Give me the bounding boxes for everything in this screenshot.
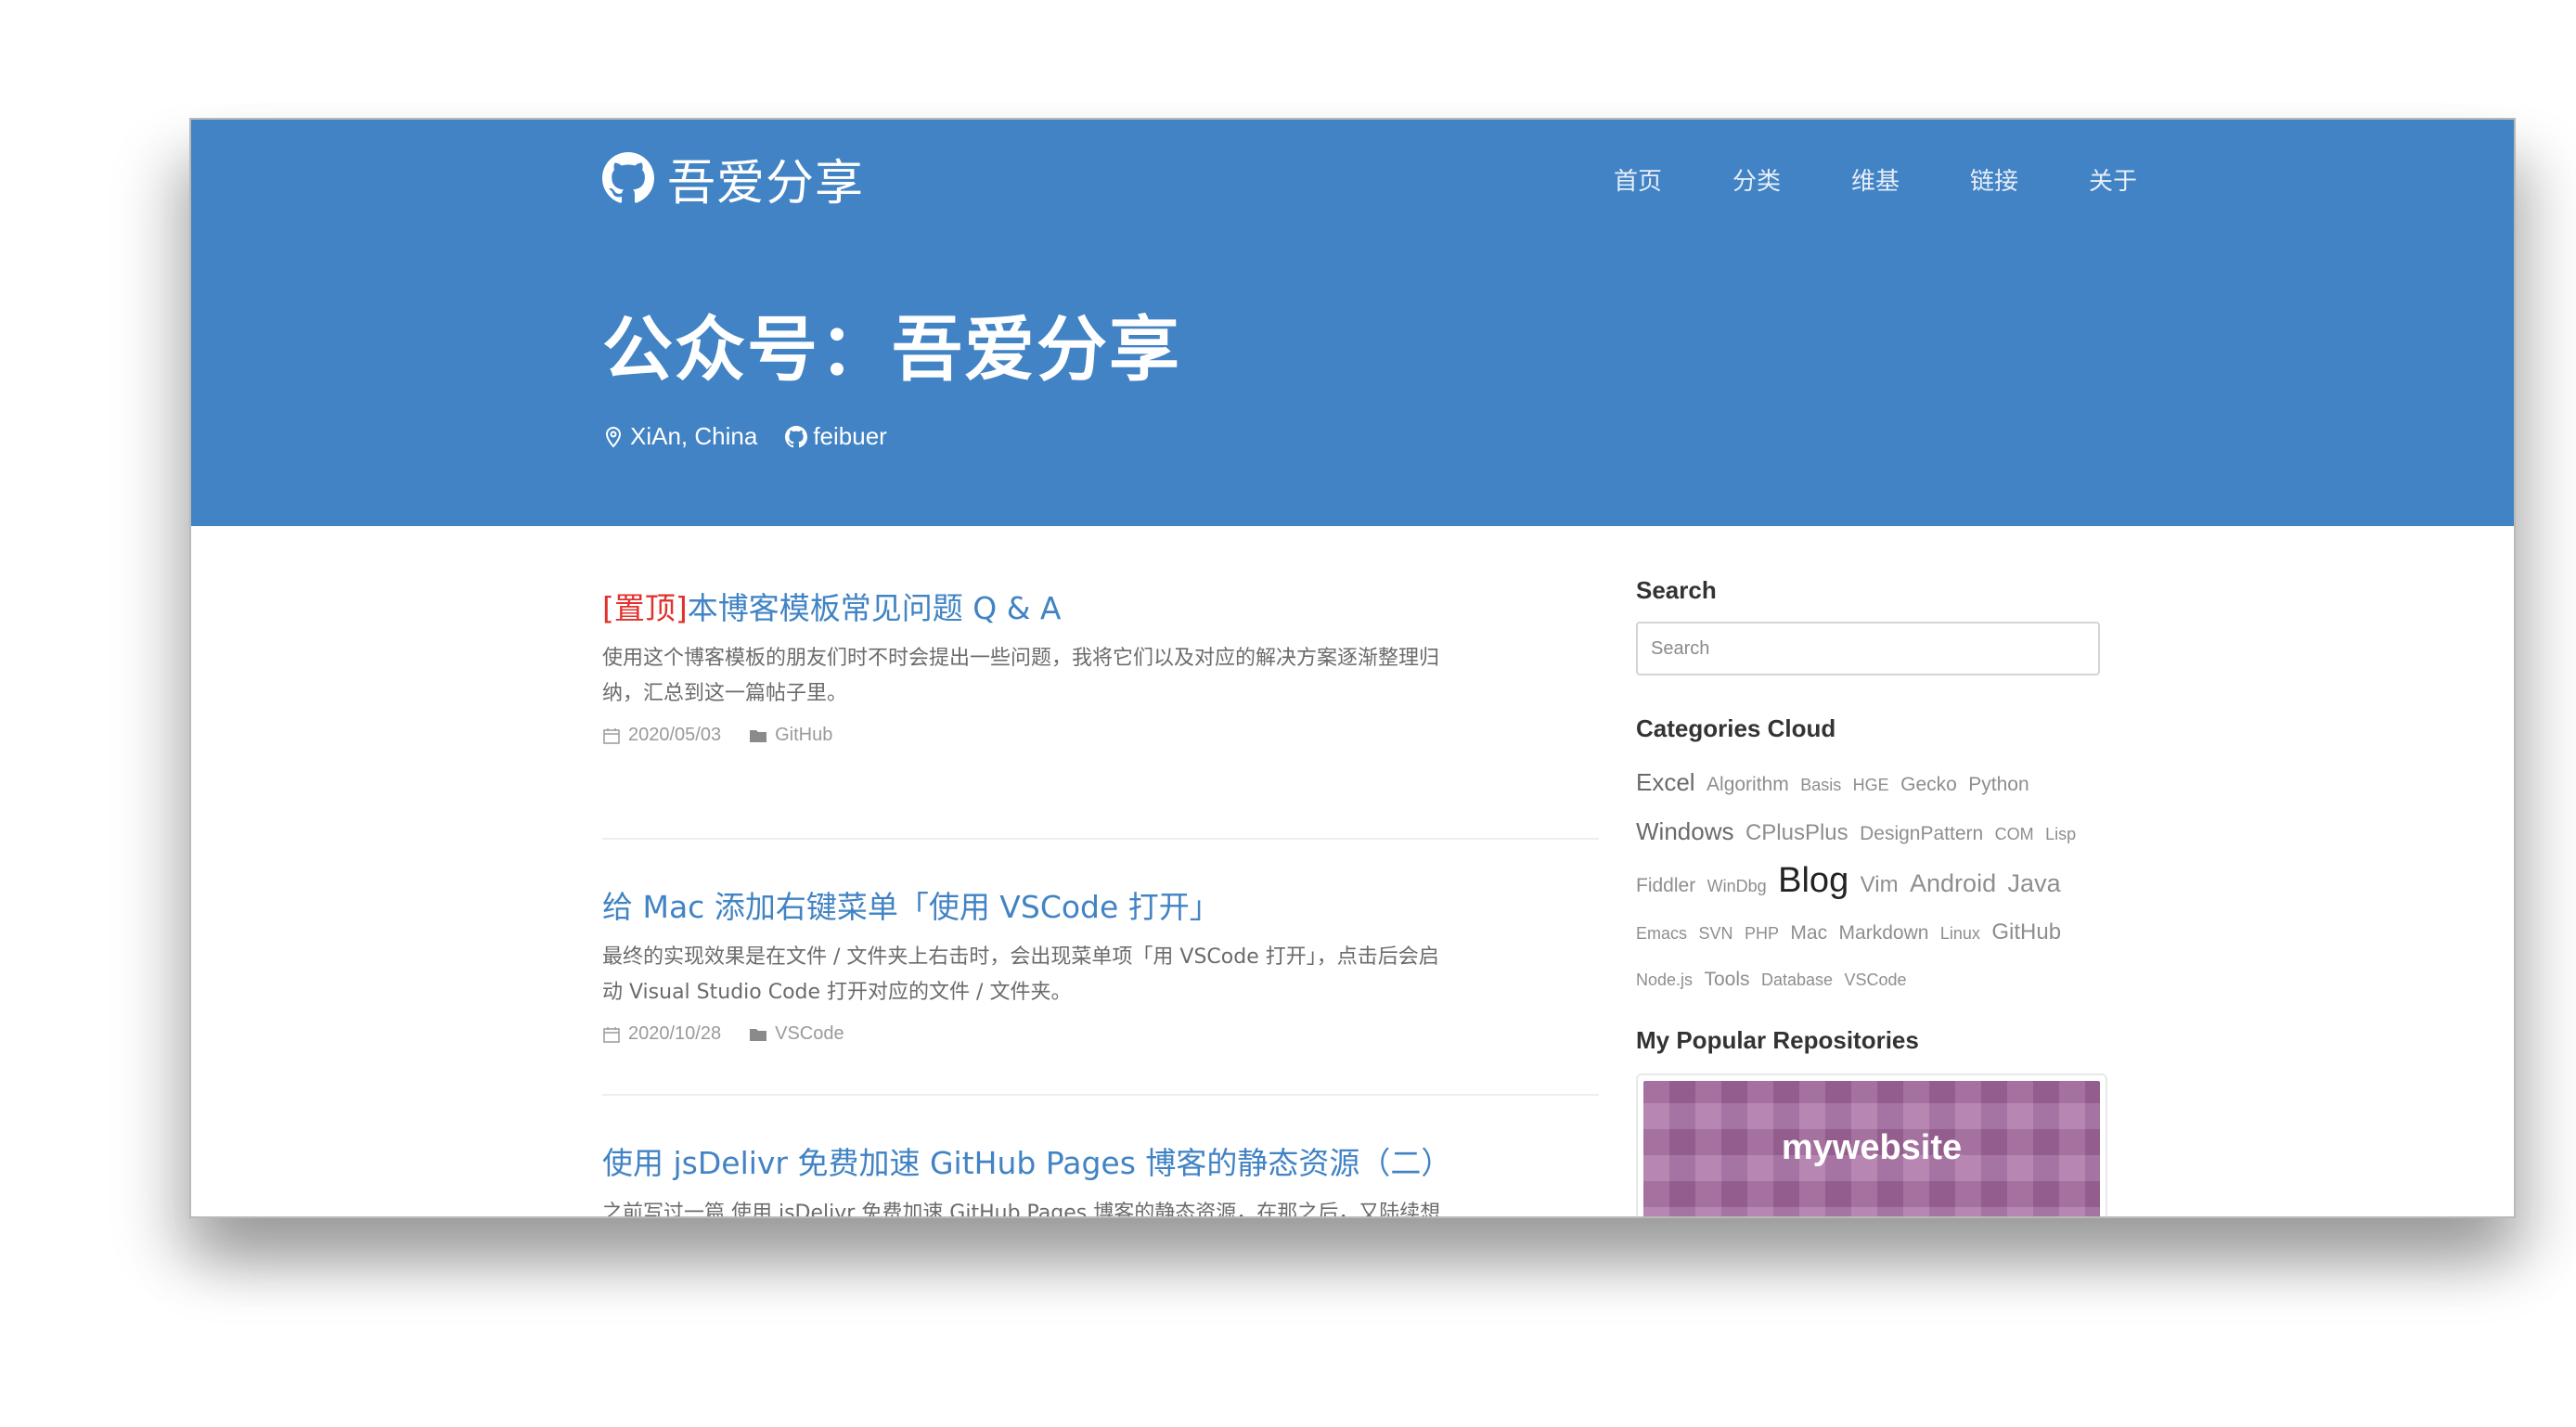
location: XiAn, China bbox=[602, 422, 757, 451]
post-date-text: 2020/10/28 bbox=[628, 1023, 722, 1044]
category-tag[interactable]: Android bbox=[1910, 869, 1996, 897]
category-tag[interactable]: Markdown bbox=[1839, 922, 1929, 944]
repos-heading: My Popular Repositories bbox=[1636, 1026, 1919, 1054]
folder-icon bbox=[750, 729, 767, 742]
post-date-text: 2020/05/03 bbox=[628, 725, 722, 745]
sidebar: Search Categories Cloud Excel Algorithm … bbox=[1636, 576, 2119, 1216]
category-tag[interactable]: Linux bbox=[1940, 924, 1980, 943]
category-tag[interactable]: Database bbox=[1761, 971, 1833, 989]
hero-title: 公众号：吾爱分享 bbox=[602, 308, 1181, 391]
post-title-text: 给 Mac 添加右键菜单「使用 VSCode 打开」 bbox=[602, 889, 1220, 925]
post-meta: 2020/10/28 VSCode bbox=[602, 1023, 1599, 1045]
calendar-icon bbox=[603, 1026, 620, 1043]
post-title-link[interactable]: 使用 jsDelivr 免费加速 GitHub Pages 博客的静态资源（二） bbox=[602, 1138, 1599, 1183]
brand-link[interactable]: 吾爱分享 bbox=[602, 146, 865, 212]
calendar-icon bbox=[603, 727, 620, 744]
category-tag[interactable]: Emacs bbox=[1636, 924, 1687, 943]
post-title-text: 本博客模板常见问题 Q & A bbox=[687, 590, 1062, 626]
search-input[interactable] bbox=[1636, 622, 2100, 675]
category-tag[interactable]: Gecko bbox=[1900, 774, 1957, 795]
github-icon bbox=[785, 425, 808, 447]
main-nav: 首页 分类 维基 链接 关于 bbox=[1578, 162, 2172, 197]
category-tag[interactable]: VSCode bbox=[1844, 971, 1906, 989]
post-title-link[interactable]: [置顶]本博客模板常见问题 Q & A bbox=[602, 584, 1599, 628]
folder-icon bbox=[750, 1028, 767, 1041]
category-tag[interactable]: Java bbox=[2008, 869, 2061, 897]
nav-item-home[interactable]: 首页 bbox=[1578, 162, 1697, 197]
category-tag[interactable]: Excel bbox=[1636, 768, 1695, 796]
category-tag[interactable]: WinDbg bbox=[1707, 877, 1767, 895]
post-category: VSCode bbox=[749, 1023, 844, 1045]
repo-name: mywebsite bbox=[1781, 1127, 1963, 1167]
category-tag[interactable]: Algorithm bbox=[1707, 774, 1789, 795]
nav-item-about[interactable]: 关于 bbox=[2054, 162, 2172, 197]
post-excerpt: 最终的实现效果是在文件 / 文件夹上右击时，会出现菜单项「用 VSCode 打开… bbox=[602, 945, 1439, 1004]
post-date: 2020/10/28 bbox=[602, 1023, 721, 1045]
category-tag[interactable]: CPlusPlus bbox=[1745, 820, 1848, 845]
post-excerpt: 使用这个博客模板的朋友们时不时会提出一些问题，我将它们以及对应的解决方案逐渐整理… bbox=[602, 647, 1440, 705]
post-category-link[interactable]: GitHub bbox=[775, 725, 832, 746]
category-tag[interactable]: SVN bbox=[1698, 924, 1732, 943]
category-tag[interactable]: HGE bbox=[1853, 776, 1889, 794]
repo-banner: mywebsite bbox=[1643, 1081, 2100, 1216]
post-excerpt: 之前写过一篇 使用 jsDelivr 免费加速 GitHub Pages 博客的… bbox=[602, 1202, 1441, 1218]
search-heading: Search bbox=[1636, 576, 1717, 604]
category-tag[interactable]: Windows bbox=[1636, 817, 1733, 845]
category-tag[interactable]: COM bbox=[1995, 825, 2034, 843]
categories-cloud: Excel Algorithm Basis HGE Gecko Python W… bbox=[1636, 760, 2119, 1004]
pinned-tag: [置顶] bbox=[602, 590, 688, 626]
post-title-text: 使用 jsDelivr 免费加速 GitHub Pages 博客的静态资源（二） bbox=[602, 1145, 1452, 1181]
nav-item-links[interactable]: 链接 bbox=[1935, 162, 2054, 197]
list-item: 给 Mac 添加右键菜单「使用 VSCode 打开」 最终的实现效果是在文件 /… bbox=[602, 840, 1599, 1096]
post-list: [置顶]本博客模板常见问题 Q & A 使用这个博客模板的朋友们时不时会提出一些… bbox=[602, 584, 1599, 1218]
nav-item-wiki[interactable]: 维基 bbox=[1816, 162, 1935, 197]
category-tag[interactable]: Python bbox=[1968, 774, 2029, 795]
repo-card[interactable]: mywebsite bbox=[1636, 1073, 2107, 1216]
category-tag[interactable]: PHP bbox=[1745, 924, 1779, 943]
post-title-link[interactable]: 给 Mac 添加右键菜单「使用 VSCode 打开」 bbox=[602, 882, 1599, 927]
browser-window: 吾爱分享 首页 分类 维基 链接 关于 公众号：吾爱分享 XiAn, China bbox=[189, 118, 2516, 1218]
category-tag[interactable]: Basis bbox=[1800, 776, 1841, 794]
post-meta: 2020/05/03 GitHub bbox=[602, 725, 1599, 746]
hero-meta: XiAn, China feibuer bbox=[602, 422, 887, 451]
category-tag[interactable]: Tools bbox=[1704, 969, 1749, 990]
category-tag[interactable]: Node.js bbox=[1636, 971, 1693, 989]
post-category-link[interactable]: VSCode bbox=[775, 1023, 844, 1045]
github-icon bbox=[602, 152, 654, 203]
list-item: 使用 jsDelivr 免费加速 GitHub Pages 博客的静态资源（二）… bbox=[602, 1096, 1599, 1218]
category-tag[interactable]: GitHub bbox=[1991, 919, 2061, 945]
category-tag[interactable]: Blog bbox=[1778, 861, 1848, 900]
category-tag[interactable]: Vim bbox=[1861, 872, 1899, 897]
categories-heading: Categories Cloud bbox=[1636, 714, 1836, 742]
category-tag[interactable]: DesignPattern bbox=[1860, 823, 1983, 844]
category-tag[interactable]: Lisp bbox=[2045, 825, 2076, 843]
github-username: feibuer bbox=[813, 422, 887, 450]
nav-item-categories[interactable]: 分类 bbox=[1697, 162, 1816, 197]
category-tag[interactable]: Mac bbox=[1790, 922, 1827, 944]
post-category: GitHub bbox=[749, 725, 832, 746]
location-text: XiAn, China bbox=[630, 422, 758, 450]
github-profile-link[interactable]: feibuer bbox=[785, 422, 887, 451]
location-pin-icon bbox=[605, 426, 622, 447]
site-header: 吾爱分享 首页 分类 维基 链接 关于 公众号：吾爱分享 XiAn, China bbox=[191, 120, 2514, 526]
category-tag[interactable]: Fiddler bbox=[1636, 875, 1695, 896]
brand-name: 吾爱分享 bbox=[667, 155, 865, 212]
list-item: [置顶]本博客模板常见问题 Q & A 使用这个博客模板的朋友们时不时会提出一些… bbox=[602, 584, 1599, 840]
screenshot-stage: 吾爱分享 首页 分类 维基 链接 关于 公众号：吾爱分享 XiAn, China bbox=[0, 0, 2576, 1427]
post-date: 2020/05/03 bbox=[602, 725, 721, 746]
